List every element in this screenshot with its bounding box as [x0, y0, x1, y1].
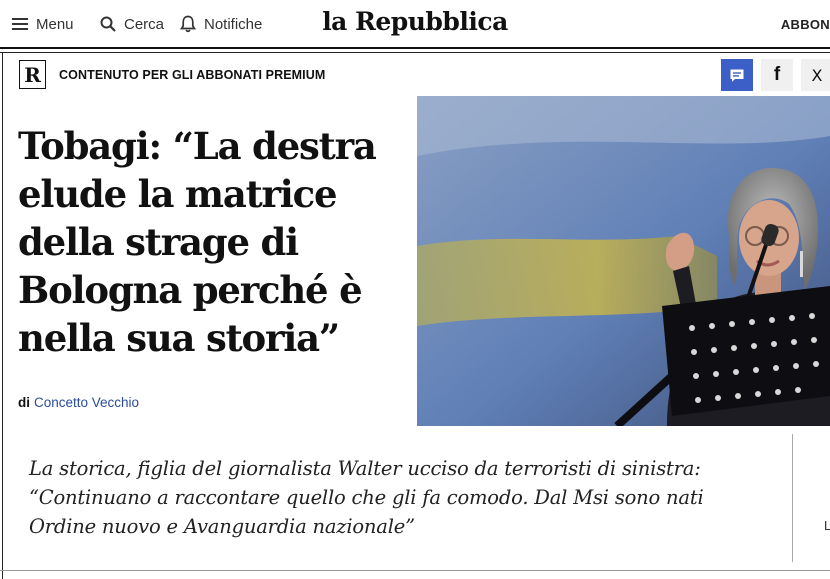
subscribe-link[interactable]: ABBON	[781, 0, 830, 48]
menu-button[interactable]: Menu	[12, 0, 74, 48]
premium-label: CONTENUTO PER GLI ABBONATI PREMIUM	[59, 67, 326, 82]
section-divider	[0, 570, 830, 571]
left-border	[2, 96, 3, 426]
notifications-button[interactable]: Notifiche	[180, 0, 262, 48]
header-divider	[0, 47, 830, 49]
brand-logo[interactable]: la Repubblica	[322, 7, 508, 36]
left-border	[2, 426, 3, 579]
article-hero: Tobagi: “La destra elude la matrice dell…	[0, 96, 830, 426]
left-border	[2, 53, 3, 96]
article-standfirst: La storica, figlia del giornalista Walte…	[29, 457, 704, 538]
byline-prefix: di	[18, 395, 30, 410]
bell-icon	[180, 15, 196, 33]
menu-label: Menu	[36, 15, 74, 33]
article-summary: La storica, figlia del giornalista Walte…	[0, 426, 830, 579]
comments-button[interactable]	[721, 59, 753, 91]
facebook-share-button[interactable]: f	[761, 59, 793, 91]
search-button[interactable]: Cerca	[100, 0, 164, 48]
byline: di Concetto Vecchio	[18, 395, 139, 410]
premium-strip: R CONTENUTO PER GLI ABBONATI PREMIUM f X	[0, 52, 830, 97]
top-header: Menu Cerca Notifiche la Repubblica ABBON	[0, 0, 830, 49]
comment-icon	[729, 68, 745, 83]
search-label: Cerca	[124, 15, 165, 33]
sidebar-text-fragment: L	[824, 518, 830, 533]
repubblica-r-logo: R	[19, 60, 46, 89]
x-share-button[interactable]: X	[801, 59, 830, 91]
hamburger-icon	[12, 17, 28, 31]
article-photo	[417, 96, 830, 426]
search-icon	[100, 16, 116, 32]
x-icon: X	[811, 65, 823, 85]
author-link[interactable]: Concetto Vecchio	[34, 395, 139, 410]
notifications-label: Notifiche	[204, 15, 263, 33]
facebook-icon: f	[773, 64, 781, 85]
article-headline: Tobagi: “La destra elude la matrice dell…	[18, 124, 377, 360]
column-divider	[792, 434, 793, 562]
